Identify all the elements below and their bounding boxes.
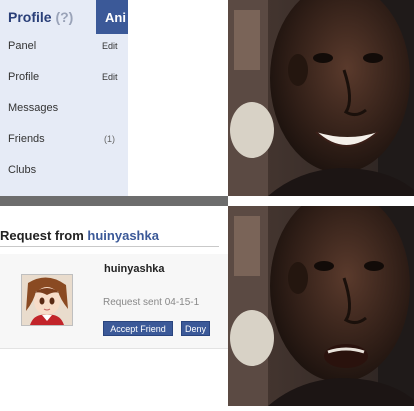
sidebar-item-messages[interactable]: Messages xyxy=(0,95,128,126)
divider xyxy=(0,348,228,349)
deny-button[interactable]: Deny xyxy=(181,321,210,336)
request-sent-date: Request sent 04-15-1 xyxy=(103,297,200,308)
sidebar-item-profile[interactable]: Profile Edit xyxy=(0,64,128,95)
anime-avatar-image xyxy=(22,275,72,325)
sidebar-title-text: Profile xyxy=(8,9,52,25)
sidebar-item-label: Panel xyxy=(8,40,37,52)
friends-count-badge: (1) xyxy=(104,134,115,144)
sidebar-item-panel[interactable]: Panel Edit xyxy=(0,33,128,64)
request-username-link[interactable]: huinyashka xyxy=(104,263,165,275)
profile-sidebar: Profile (?) Ani Panel Edit Profile Edit … xyxy=(0,0,128,196)
shocked-man-image xyxy=(228,190,414,406)
help-link[interactable]: (?) xyxy=(55,9,73,25)
sidebar-title: Profile (?) xyxy=(8,9,73,25)
request-title: Request from huinyashka xyxy=(0,228,159,243)
edit-link[interactable]: Edit xyxy=(102,72,118,82)
tab-ani[interactable]: Ani xyxy=(96,0,128,34)
friend-request-panel: Request from huinyashka huinyashka Reque… xyxy=(0,206,228,406)
edit-link[interactable]: Edit xyxy=(102,41,118,51)
profile-sidebar-panel: Profile (?) Ani Panel Edit Profile Edit … xyxy=(0,0,228,196)
divider xyxy=(0,246,219,247)
sidebar-item-label: Friends xyxy=(8,133,45,145)
sidebar-header: Profile (?) xyxy=(0,0,96,36)
accept-friend-button[interactable]: Accept Friend xyxy=(103,321,173,336)
reaction-photo-shocked xyxy=(228,190,414,406)
request-title-username-link[interactable]: huinyashka xyxy=(87,228,159,243)
sidebar-item-label: Profile xyxy=(8,71,40,83)
avatar[interactable] xyxy=(21,274,73,326)
smiling-man-image xyxy=(228,0,414,196)
sidebar-item-label: Messages xyxy=(8,102,59,114)
sidebar-item-friends[interactable]: Friends (1) xyxy=(0,126,128,157)
divider-band xyxy=(0,196,228,206)
request-title-prefix: Request from xyxy=(0,228,84,243)
tab-ani-label: Ani xyxy=(105,10,126,25)
sidebar-item-clubs[interactable]: Clubs xyxy=(0,157,128,188)
reaction-photo-smiling xyxy=(228,0,414,196)
sidebar-item-label: Clubs xyxy=(8,164,37,176)
